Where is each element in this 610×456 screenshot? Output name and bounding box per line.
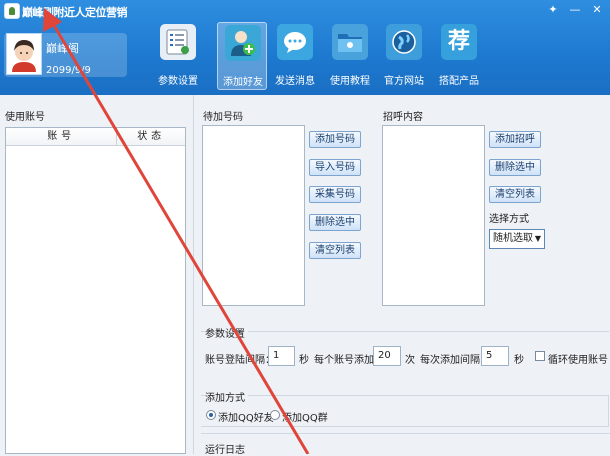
skin-icon[interactable]: ✦ <box>544 2 562 18</box>
nav-send-message[interactable]: 发送消息 <box>270 22 320 90</box>
title-bar[interactable]: 巅峰刷附近人定位营销 ✦ — ✕ <box>0 0 610 22</box>
loop-accounts-checkbox[interactable] <box>535 351 545 361</box>
nav-label: 官方网站 <box>384 76 424 87</box>
globe-icon <box>386 24 422 60</box>
add-interval-unit: 秒 <box>514 355 524 366</box>
user-expiry: 2099/9/9 <box>46 65 91 76</box>
recommend-icon: 荐 <box>441 24 477 60</box>
close-button[interactable]: ✕ <box>588 2 606 18</box>
add-qq-group-radio[interactable] <box>270 410 280 420</box>
accounts-table-header: 账号 状态 <box>6 128 185 146</box>
add-greeting-button[interactable]: 添加招呼 <box>489 131 541 148</box>
log-divider <box>201 433 610 434</box>
nav-tutorial[interactable]: 使用教程 <box>325 22 375 90</box>
add-interval-label: 每次添加间隔： <box>420 355 490 366</box>
user-name: 巅峰阁 <box>46 42 79 55</box>
clear-greeting-list-button[interactable]: 清空列表 <box>489 186 541 203</box>
add-number-button[interactable]: 添加号码 <box>309 131 361 148</box>
per-account-unit: 次 <box>405 355 415 366</box>
pending-numbers-list[interactable] <box>202 125 305 306</box>
recommend-glyph: 荐 <box>447 29 470 54</box>
avatar <box>6 33 42 75</box>
chevron-down-icon: ▼ <box>534 234 541 243</box>
accounts-title: 使用账号 <box>5 112 45 123</box>
add-qq-friend-label[interactable]: 添加QQ好友 <box>218 409 274 424</box>
accounts-table[interactable]: 账号 状态 <box>5 127 186 454</box>
pending-title: 待加号码 <box>203 112 243 123</box>
login-interval-input[interactable]: 1 <box>268 346 295 366</box>
nav-label: 使用教程 <box>330 76 370 87</box>
select-mode-value: 随机选取 <box>493 233 533 244</box>
column-status[interactable]: 状态 <box>117 128 185 145</box>
clear-number-list-button[interactable]: 清空列表 <box>309 242 361 259</box>
add-friend-icon <box>225 25 261 61</box>
per-account-input[interactable]: 20 <box>373 346 401 366</box>
add-method-title: 添加方式 <box>205 389 248 404</box>
nav-add-friend[interactable]: 添加好友 <box>217 22 267 90</box>
chat-bubble-icon <box>277 24 313 60</box>
nav-official-site[interactable]: 官方网站 <box>379 22 429 90</box>
login-interval-label: 账号登陆间隔： <box>205 355 275 366</box>
header-bar: 巅峰刷附近人定位营销 ✦ — ✕ 巅峰阁 2099/9/9 参数设置 添加好友 … <box>0 0 610 95</box>
nav-label: 发送消息 <box>275 76 315 87</box>
greeting-title: 招呼内容 <box>383 112 423 123</box>
collect-number-button[interactable]: 采集号码 <box>309 186 361 203</box>
greeting-list[interactable] <box>382 125 485 306</box>
login-interval-unit: 秒 <box>299 355 309 366</box>
avatar-image <box>7 34 41 74</box>
column-account[interactable]: 账号 <box>6 128 118 145</box>
window-controls: ✦ — ✕ <box>544 2 606 18</box>
app-logo-icon <box>4 3 20 19</box>
nav-label: 搭配产品 <box>439 76 479 87</box>
loop-accounts-label: 循环使用账号 <box>548 355 608 366</box>
panel-divider <box>193 95 194 454</box>
nav-label: 添加好友 <box>223 77 263 88</box>
minimize-button[interactable]: — <box>566 2 584 18</box>
select-mode-label: 选择方式 <box>489 214 529 225</box>
settings-list-icon <box>160 24 196 60</box>
delete-selected-greeting-button[interactable]: 删除选中 <box>489 159 541 176</box>
params-title: 参数设置 <box>205 325 248 340</box>
window-title: 巅峰刷附近人定位营销 <box>22 6 128 19</box>
add-interval-input[interactable]: 5 <box>481 346 509 366</box>
nav-bundle-products[interactable]: 荐 搭配产品 <box>434 22 484 90</box>
folder-icon <box>332 24 368 60</box>
import-number-button[interactable]: 导入号码 <box>309 159 361 176</box>
nav-label: 参数设置 <box>158 76 198 87</box>
add-qq-friend-radio[interactable] <box>206 410 216 420</box>
add-qq-group-label[interactable]: 添加QQ群 <box>282 409 328 424</box>
nav-param-settings[interactable]: 参数设置 <box>153 22 203 90</box>
select-mode-dropdown[interactable]: 随机选取 ▼ <box>489 229 545 249</box>
delete-selected-number-button[interactable]: 删除选中 <box>309 214 361 231</box>
